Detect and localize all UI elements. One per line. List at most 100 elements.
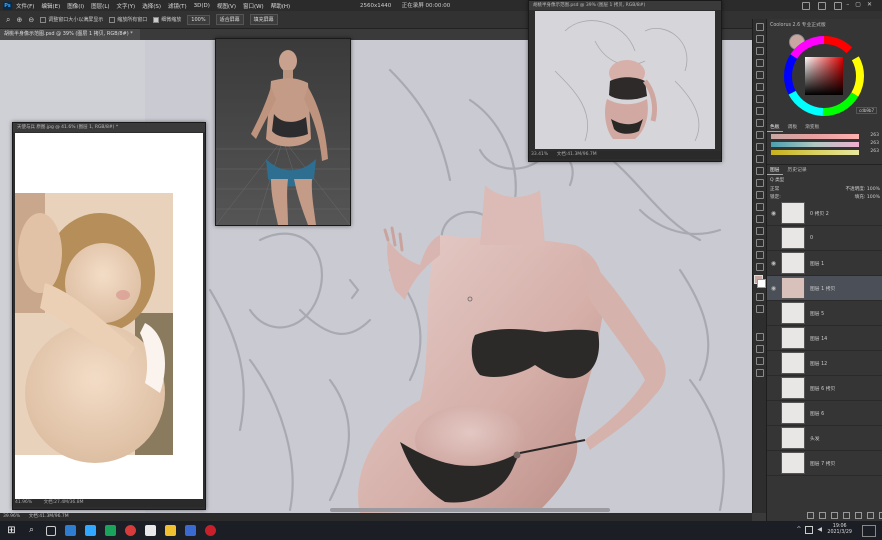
volume-icon[interactable]: ◀ <box>817 526 822 534</box>
screen-mode-icon[interactable] <box>756 305 764 313</box>
3d-reference-window[interactable] <box>215 38 351 226</box>
layer-row-selected[interactable]: ◉ 图层 1 拷贝 <box>767 276 882 301</box>
layer-row[interactable]: 图层 14 <box>767 326 882 351</box>
zoom-in-icon[interactable]: ⊕ <box>16 16 22 24</box>
canvas-hscrollbar[interactable] <box>330 508 610 512</box>
eye-icon[interactable]: ◉ <box>770 260 777 267</box>
layer-row[interactable]: 图层 6 <box>767 401 882 426</box>
menu-help[interactable]: 帮助(H) <box>271 2 290 10</box>
menu-image[interactable]: 图像(I) <box>67 2 84 10</box>
mask-icon[interactable] <box>831 512 838 519</box>
tab-gradients[interactable]: 渐变板 <box>802 122 822 131</box>
reference-window-right[interactable]: 胡桃半身像示范图.psd @ 39% (图层 1 拷贝, RGB/8#) 33.… <box>528 0 722 162</box>
reference-window-left[interactable]: 天使与兵 原图.jpg @ 41.6% (图层 1, RGB/8#) * 41.… <box>12 122 206 510</box>
move-tool-icon[interactable] <box>756 23 764 31</box>
eraser-tool-icon[interactable] <box>756 143 764 151</box>
layer-kind-filter[interactable]: Q 类型 <box>770 178 784 183</box>
eye-hidden-icon[interactable] <box>770 435 777 442</box>
network-icon[interactable] <box>805 526 814 534</box>
blur-tool-icon[interactable] <box>756 167 764 175</box>
dodge-tool-icon[interactable] <box>756 179 764 187</box>
app-icon-3[interactable] <box>125 525 136 536</box>
tab-history[interactable]: 历史记录 <box>785 165 810 174</box>
marquee-tool-icon[interactable] <box>756 35 764 43</box>
eye-icon[interactable]: ◉ <box>770 210 777 217</box>
eyedropper-tool-icon[interactable] <box>756 83 764 91</box>
opacity-value[interactable]: 100% <box>867 187 880 192</box>
layer-row[interactable]: 图层 7 拷贝 <box>767 451 882 476</box>
windows-start-icon[interactable]: ⊞ <box>6 525 17 536</box>
menu-3d[interactable]: 3D(D) <box>194 3 210 9</box>
tab-palettes[interactable]: 调板 <box>785 122 801 131</box>
reference-window-right-title[interactable]: 胡桃半身像示范图.psd @ 39% (图层 1 拷贝, RGB/8#) <box>529 1 721 10</box>
menu-select[interactable]: 选择(S) <box>142 2 161 10</box>
zoom-100-button[interactable]: 100% <box>187 14 210 25</box>
more-tools-icon[interactable] <box>756 263 764 271</box>
extra-tool-icon[interactable] <box>756 333 764 341</box>
type-tool-icon[interactable] <box>756 203 764 211</box>
clone-stamp-tool-icon[interactable] <box>756 119 764 127</box>
eye-hidden-icon[interactable] <box>770 410 777 417</box>
menu-window[interactable]: 窗口(W) <box>243 2 264 10</box>
hex-value[interactable]: cdb9b7 <box>856 107 877 114</box>
document-tab[interactable]: 胡桃半身像示范图.psd @ 39% (图层 1 拷贝, RGB/8#) * <box>0 29 140 40</box>
zoom-tool-icon[interactable] <box>756 251 764 259</box>
layer-row[interactable]: 图层 5 <box>767 301 882 326</box>
menu-filter[interactable]: 滤镜(T) <box>168 2 187 10</box>
blend-mode-select[interactable]: 正常 <box>770 186 779 192</box>
menu-edit[interactable]: 编辑(E) <box>41 2 60 10</box>
link-layers-icon[interactable] <box>807 512 814 519</box>
layer-filter[interactable]: Q 类型 <box>767 175 882 185</box>
quick-mask-icon[interactable] <box>756 293 764 301</box>
menu-type[interactable]: 文字(Y) <box>117 2 136 10</box>
fill-screen-button[interactable]: 填充屏幕 <box>249 14 278 25</box>
eye-hidden-icon[interactable] <box>770 235 777 242</box>
layer-row[interactable]: 0 <box>767 226 882 251</box>
magic-wand-tool-icon[interactable] <box>756 59 764 67</box>
eye-hidden-icon[interactable] <box>770 385 777 392</box>
foreground-background-colors[interactable] <box>753 275 767 289</box>
app-icon-4[interactable] <box>145 525 156 536</box>
hand-tool-icon[interactable] <box>756 239 764 247</box>
eye-hidden-icon[interactable] <box>770 335 777 342</box>
app-icon-1[interactable] <box>65 525 76 536</box>
eye-icon[interactable]: ◉ <box>770 285 777 292</box>
tray-arrow-icon[interactable]: ^ <box>796 526 801 534</box>
task-view-icon[interactable] <box>46 525 56 536</box>
eye-hidden-icon[interactable] <box>770 360 777 367</box>
color-wheel[interactable] <box>767 30 882 118</box>
reference-window-title[interactable]: 天使与兵 原图.jpg @ 41.6% (图层 1, RGB/8#) * <box>13 123 205 132</box>
fit-screen-button[interactable]: 适合屏幕 <box>215 14 244 25</box>
rectangle-tool-icon[interactable] <box>756 227 764 235</box>
zoom-out-icon[interactable]: ⊖ <box>28 16 34 24</box>
camera-icon[interactable] <box>802 2 810 10</box>
tab-layers[interactable]: 图层 <box>767 165 783 175</box>
zoom-level[interactable]: 39.96% <box>3 514 20 519</box>
history-brush-tool-icon[interactable] <box>756 131 764 139</box>
record-icon[interactable] <box>205 525 216 536</box>
pen-tool-icon[interactable] <box>756 191 764 199</box>
folder-icon[interactable] <box>165 525 176 536</box>
window-controls[interactable]: –▢✕ <box>846 1 878 8</box>
fx-icon[interactable] <box>819 512 826 519</box>
fill-value[interactable]: 100% <box>867 195 880 200</box>
layer-row[interactable]: ◉ 0 拷贝 2 <box>767 201 882 226</box>
path-selection-tool-icon[interactable] <box>756 215 764 223</box>
new-layer-icon[interactable] <box>867 512 874 519</box>
info-icon[interactable] <box>756 369 764 377</box>
resize-windows-option[interactable]: 调整窗口大小以满屏显示 <box>40 16 103 23</box>
color-slider-3[interactable]: 263 <box>771 149 879 156</box>
gradient-tool-icon[interactable] <box>756 155 764 163</box>
adjustment-icon[interactable] <box>843 512 850 519</box>
menu-view[interactable]: 视图(V) <box>217 2 236 10</box>
extra-tool-2-icon[interactable] <box>756 345 764 353</box>
menu-file[interactable]: 文件(F) <box>16 2 34 10</box>
search-icon[interactable]: ⌕ <box>26 525 37 536</box>
healing-brush-tool-icon[interactable] <box>756 95 764 103</box>
notifications-icon[interactable] <box>862 525 876 537</box>
layer-row[interactable]: 头发 <box>767 426 882 451</box>
eye-hidden-icon[interactable] <box>770 310 777 317</box>
app-icon-5[interactable] <box>185 525 196 536</box>
menu-layer[interactable]: 图层(L) <box>91 2 109 10</box>
square-icon[interactable] <box>818 2 826 10</box>
